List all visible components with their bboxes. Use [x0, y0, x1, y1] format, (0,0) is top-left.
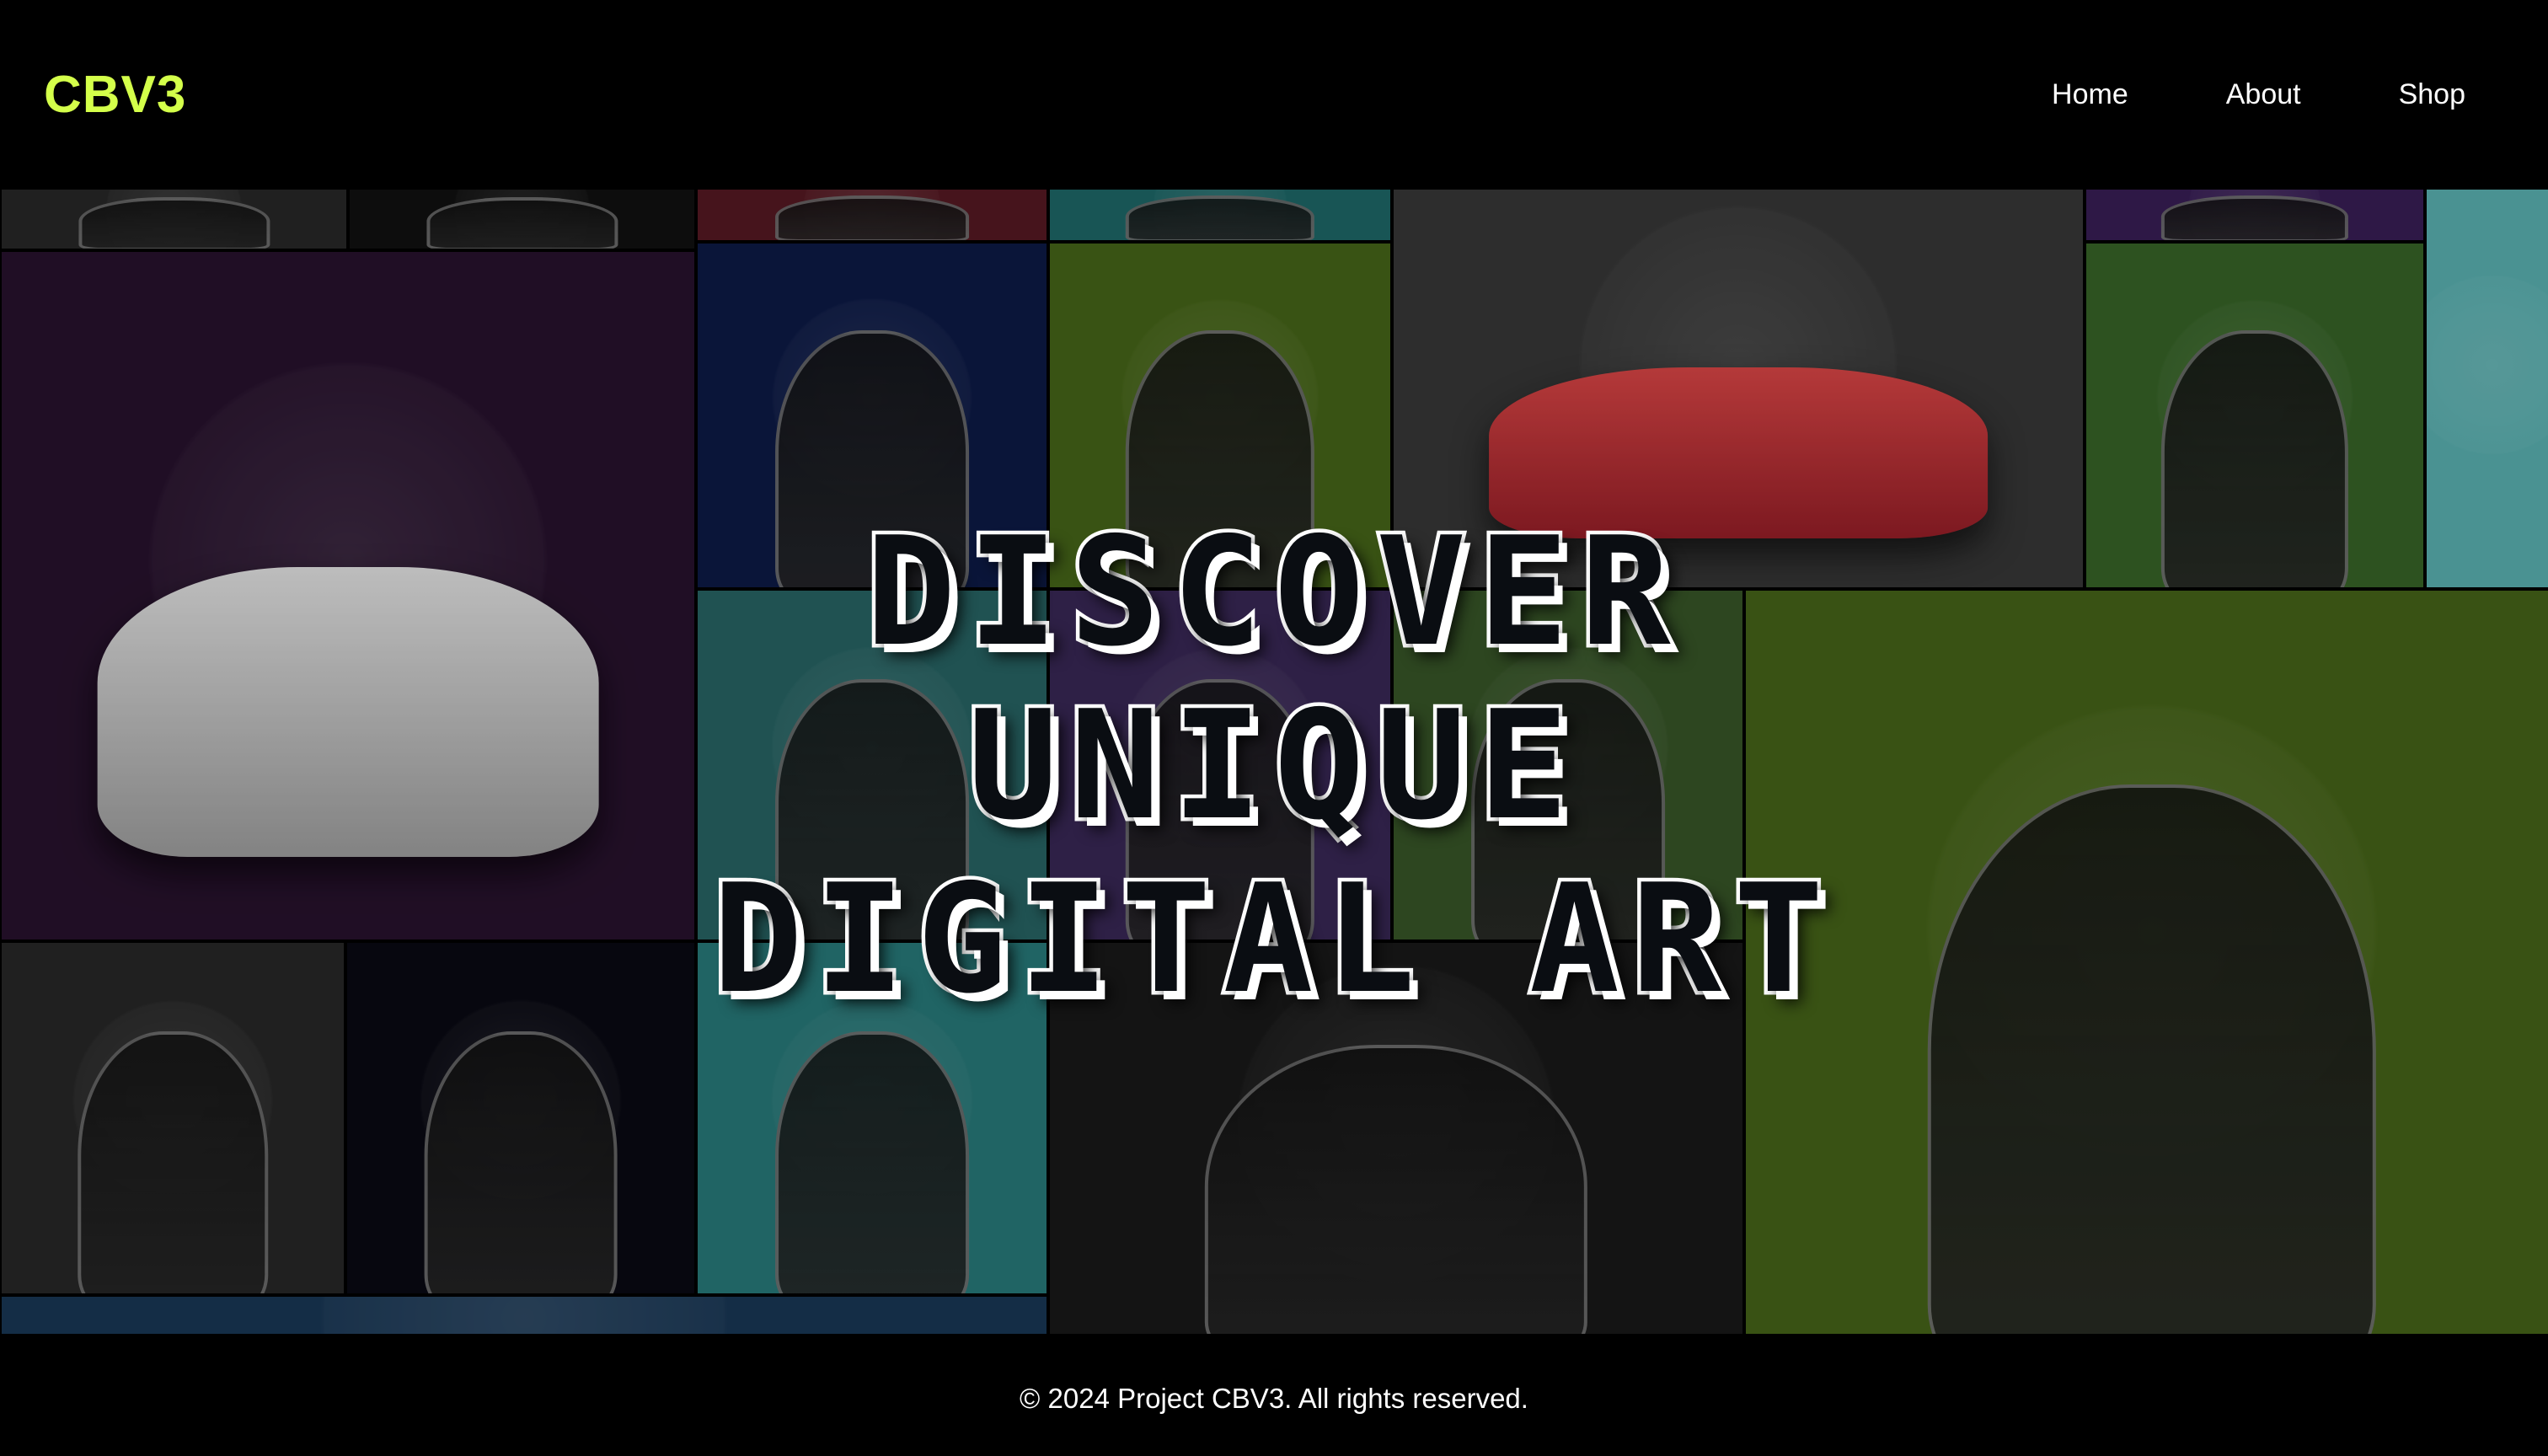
site-footer: © 2024 Project CBV3. All rights reserved… — [0, 1334, 2548, 1456]
logo[interactable]: CBV3 — [44, 65, 186, 125]
purple-character-icon — [2160, 195, 2349, 240]
site-header: CBV3 Home About Shop — [0, 0, 2548, 190]
wolf-icon — [424, 1031, 618, 1293]
hero-line-2: UNIQUE — [964, 675, 1581, 856]
nav-home[interactable]: Home — [2037, 72, 2144, 118]
main-nav: Home About Shop — [2037, 72, 2481, 118]
dog-icon — [775, 1031, 969, 1293]
copyright-text: © 2024 Project CBV3. All rights reserved… — [1020, 1382, 1528, 1414]
tile-dark-character-red[interactable] — [696, 190, 1048, 242]
white-fur-icon — [78, 197, 270, 249]
white-fur-icon — [426, 197, 618, 249]
tiger-icon — [1204, 1044, 1588, 1334]
tile-teal-character-top[interactable] — [1048, 190, 1392, 242]
tile-bottom-strip — [0, 1295, 1048, 1334]
tile-purple-character-top[interactable] — [2085, 190, 2425, 242]
nav-shop[interactable]: Shop — [2384, 72, 2481, 118]
hero-heading: DISCOVER UNIQUE DIGITAL ART — [0, 501, 2548, 1030]
hero-line-3: DIGITAL ART — [709, 848, 1836, 1030]
teal-character-icon — [1125, 195, 1315, 240]
tile-white-character-top[interactable] — [0, 190, 348, 250]
hero-line-1: DISCOVER — [862, 501, 1683, 682]
nav-about[interactable]: About — [2211, 72, 2316, 118]
wolf-icon — [78, 1031, 268, 1293]
tile-white-character-v-badge[interactable] — [348, 190, 696, 250]
dark-character-icon — [775, 195, 969, 240]
